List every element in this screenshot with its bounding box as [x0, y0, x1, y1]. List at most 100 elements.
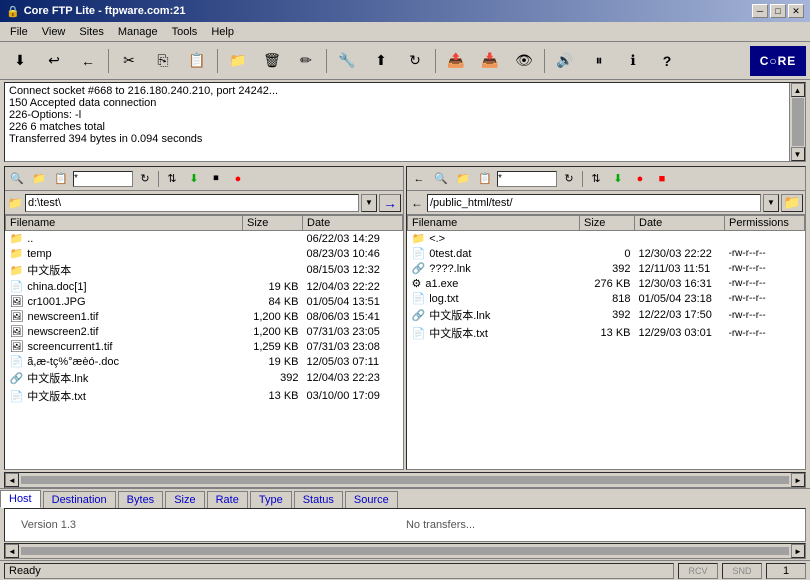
remote-path-input[interactable] [427, 194, 761, 212]
local-search-btn[interactable]: 🔍 [7, 170, 27, 188]
paste-button[interactable]: 📋 [181, 46, 213, 76]
menu-view[interactable]: View [36, 24, 72, 40]
local-file-row[interactable]: 📁.. 06/22/03 14:29 [6, 231, 403, 247]
pane-scrollbar-h[interactable]: ◄ ► [4, 472, 806, 488]
local-col-filename[interactable]: Filename [6, 216, 243, 231]
remote-back-btn[interactable]: ← [409, 170, 429, 188]
tab-rate[interactable]: Rate [207, 491, 248, 508]
help-button[interactable]: ? [651, 46, 683, 76]
remote-refresh-btn[interactable]: ↻ [559, 170, 579, 188]
local-path-dropdown[interactable]: ▼ [361, 194, 377, 212]
tab-host[interactable]: Host [0, 490, 41, 508]
remote-stop-btn[interactable]: ● [630, 170, 650, 188]
local-folder-btn[interactable]: 📁 [29, 170, 49, 188]
remote-file-row[interactable]: 🔗中文版本.lnk 392 12/22/03 17:50 -rw-r--r-- [408, 306, 805, 324]
local-go-button[interactable]: → [379, 194, 401, 212]
minimize-button[interactable]: ─ [752, 4, 768, 18]
scroll-right-btn[interactable]: ► [791, 473, 805, 487]
remote-folder-btn[interactable]: 📁 [453, 170, 473, 188]
remote-file-row[interactable]: ⚙a1.exe 276 KB 12/30/03 16:31 -rw-r--r-- [408, 276, 805, 291]
menu-manage[interactable]: Manage [112, 24, 164, 40]
log-scroll-down[interactable]: ▼ [791, 147, 805, 161]
menu-sites[interactable]: Sites [73, 24, 109, 40]
remote-file-row[interactable]: 📄0test.dat 0 12/30/03 22:22 -rw-r--r-- [408, 246, 805, 261]
remote-file-row[interactable]: 📄log.txt 818 01/05/04 23:18 -rw-r--r-- [408, 291, 805, 306]
remote-filter-input[interactable] [497, 171, 557, 187]
info-button[interactable]: ℹ [617, 46, 649, 76]
local-file-row[interactable]: 🖼newscreen1.tif 1,200 KB 08/06/03 15:41 [6, 309, 403, 324]
menu-help[interactable]: Help [205, 24, 240, 40]
remote-file-perms: -rw-r--r-- [725, 324, 805, 342]
local-col-date[interactable]: Date [303, 216, 403, 231]
new-folder-button[interactable]: 📁 [222, 46, 254, 76]
remote-addr-btn[interactable]: 📋 [475, 170, 495, 188]
local-file-row[interactable]: 📄ã,æ-tç%°æèó-.doc 19 KB 12/05/03 07:11 [6, 354, 403, 369]
local-addr-btn[interactable]: 📋 [51, 170, 71, 188]
local-stop-btn[interactable]: ⏹ [206, 170, 226, 188]
view-file-button[interactable]: 👁 [508, 46, 540, 76]
local-path-input[interactable] [25, 194, 359, 212]
tab-destination[interactable]: Destination [43, 491, 116, 508]
local-refresh-btn[interactable]: ↻ [135, 170, 155, 188]
scroll-track[interactable] [21, 476, 789, 484]
remote-file-list[interactable]: Filename Size Date Permissions 📁<.> 📄0te… [407, 215, 805, 469]
local-connect-btn[interactable]: ⬇ [184, 170, 204, 188]
up-button[interactable]: ⬆ [365, 46, 397, 76]
remote-sort-btn[interactable]: ⇅ [586, 170, 606, 188]
bottom-scroll-left[interactable]: ◄ [5, 544, 19, 558]
delete-button[interactable]: 🗑 [256, 46, 288, 76]
tab-size[interactable]: Size [165, 491, 204, 508]
local-file-row[interactable]: 🖼screencurrent1.tif 1,259 KB 07/31/03 23… [6, 339, 403, 354]
menu-tools[interactable]: Tools [166, 24, 204, 40]
local-file-list[interactable]: Filename Size Date 📁.. 06/22/03 14:29 📁t… [5, 215, 403, 469]
tab-type[interactable]: Type [250, 491, 292, 508]
tab-status[interactable]: Status [294, 491, 343, 508]
bottom-scrollbar[interactable]: ◄ ► [4, 543, 806, 559]
remote-file-row[interactable]: 📁<.> [408, 231, 805, 247]
close-button[interactable]: ✕ [788, 4, 804, 18]
scroll-left-btn[interactable]: ◄ [5, 473, 19, 487]
back-button[interactable]: ← [72, 46, 104, 76]
copy-button[interactable]: ⎘ [147, 46, 179, 76]
log-scroll-track[interactable] [792, 98, 804, 146]
local-file-row[interactable]: 📄中文版本.txt 13 KB 03/10/00 17:09 [6, 387, 403, 405]
cut-button[interactable]: ✂ [113, 46, 145, 76]
maximize-button[interactable]: □ [770, 4, 786, 18]
tab-bytes[interactable]: Bytes [118, 491, 164, 508]
local-col-size[interactable]: Size [243, 216, 303, 231]
disconnect-button[interactable]: ↩ [38, 46, 70, 76]
remote-bullet-btn[interactable]: ■ [652, 170, 672, 188]
local-filter-input[interactable] [73, 171, 133, 187]
remote-file-row[interactable]: 📄中文版本.txt 13 KB 12/29/03 03:01 -rw-r--r-… [408, 324, 805, 342]
settings-button[interactable]: 🔧 [331, 46, 363, 76]
local-file-row[interactable]: 🖼cr1001.JPG 84 KB 01/05/04 13:51 [6, 294, 403, 309]
sound-button[interactable]: 🔊 [549, 46, 581, 76]
local-file-row[interactable]: 📄china.doc[1] 19 KB 12/04/03 22:22 [6, 279, 403, 294]
local-file-row[interactable]: 🖼newscreen2.tif 1,200 KB 07/31/03 23:05 [6, 324, 403, 339]
remote-search-btn[interactable]: 🔍 [431, 170, 451, 188]
queue-button[interactable]: ⏸ [583, 46, 615, 76]
local-file-row[interactable]: 📁temp 08/23/03 10:46 [6, 246, 403, 261]
rename-button[interactable]: ✏ [290, 46, 322, 76]
local-file-row[interactable]: 🔗中文版本.lnk 392 12/04/03 22:23 [6, 369, 403, 387]
local-file-row[interactable]: 📁中文版本 08/15/03 12:32 [6, 261, 403, 279]
tab-source[interactable]: Source [345, 491, 398, 508]
bottom-scroll-track[interactable] [21, 547, 789, 555]
remote-col-date[interactable]: Date [635, 216, 725, 231]
remote-back-icon[interactable]: ← [409, 195, 425, 211]
connect-button[interactable]: ⬇ [4, 46, 36, 76]
bottom-scroll-right[interactable]: ► [791, 544, 805, 558]
remote-connect-btn[interactable]: ⬇ [608, 170, 628, 188]
remote-file-row[interactable]: 🔗????.lnk 392 12/11/03 11:51 -rw-r--r-- [408, 261, 805, 276]
menu-file[interactable]: File [4, 24, 34, 40]
remote-col-perms[interactable]: Permissions [725, 216, 805, 231]
log-scroll-up[interactable]: ▲ [791, 83, 805, 97]
upload-button[interactable]: 📤 [440, 46, 472, 76]
refresh-button[interactable]: ↻ [399, 46, 431, 76]
remote-path-dropdown[interactable]: ▼ [763, 194, 779, 212]
local-bullet-btn[interactable]: ● [228, 170, 248, 188]
download-button[interactable]: 📥 [474, 46, 506, 76]
local-sort-btn[interactable]: ⇅ [162, 170, 182, 188]
remote-col-filename[interactable]: Filename [408, 216, 580, 231]
remote-col-size[interactable]: Size [580, 216, 635, 231]
